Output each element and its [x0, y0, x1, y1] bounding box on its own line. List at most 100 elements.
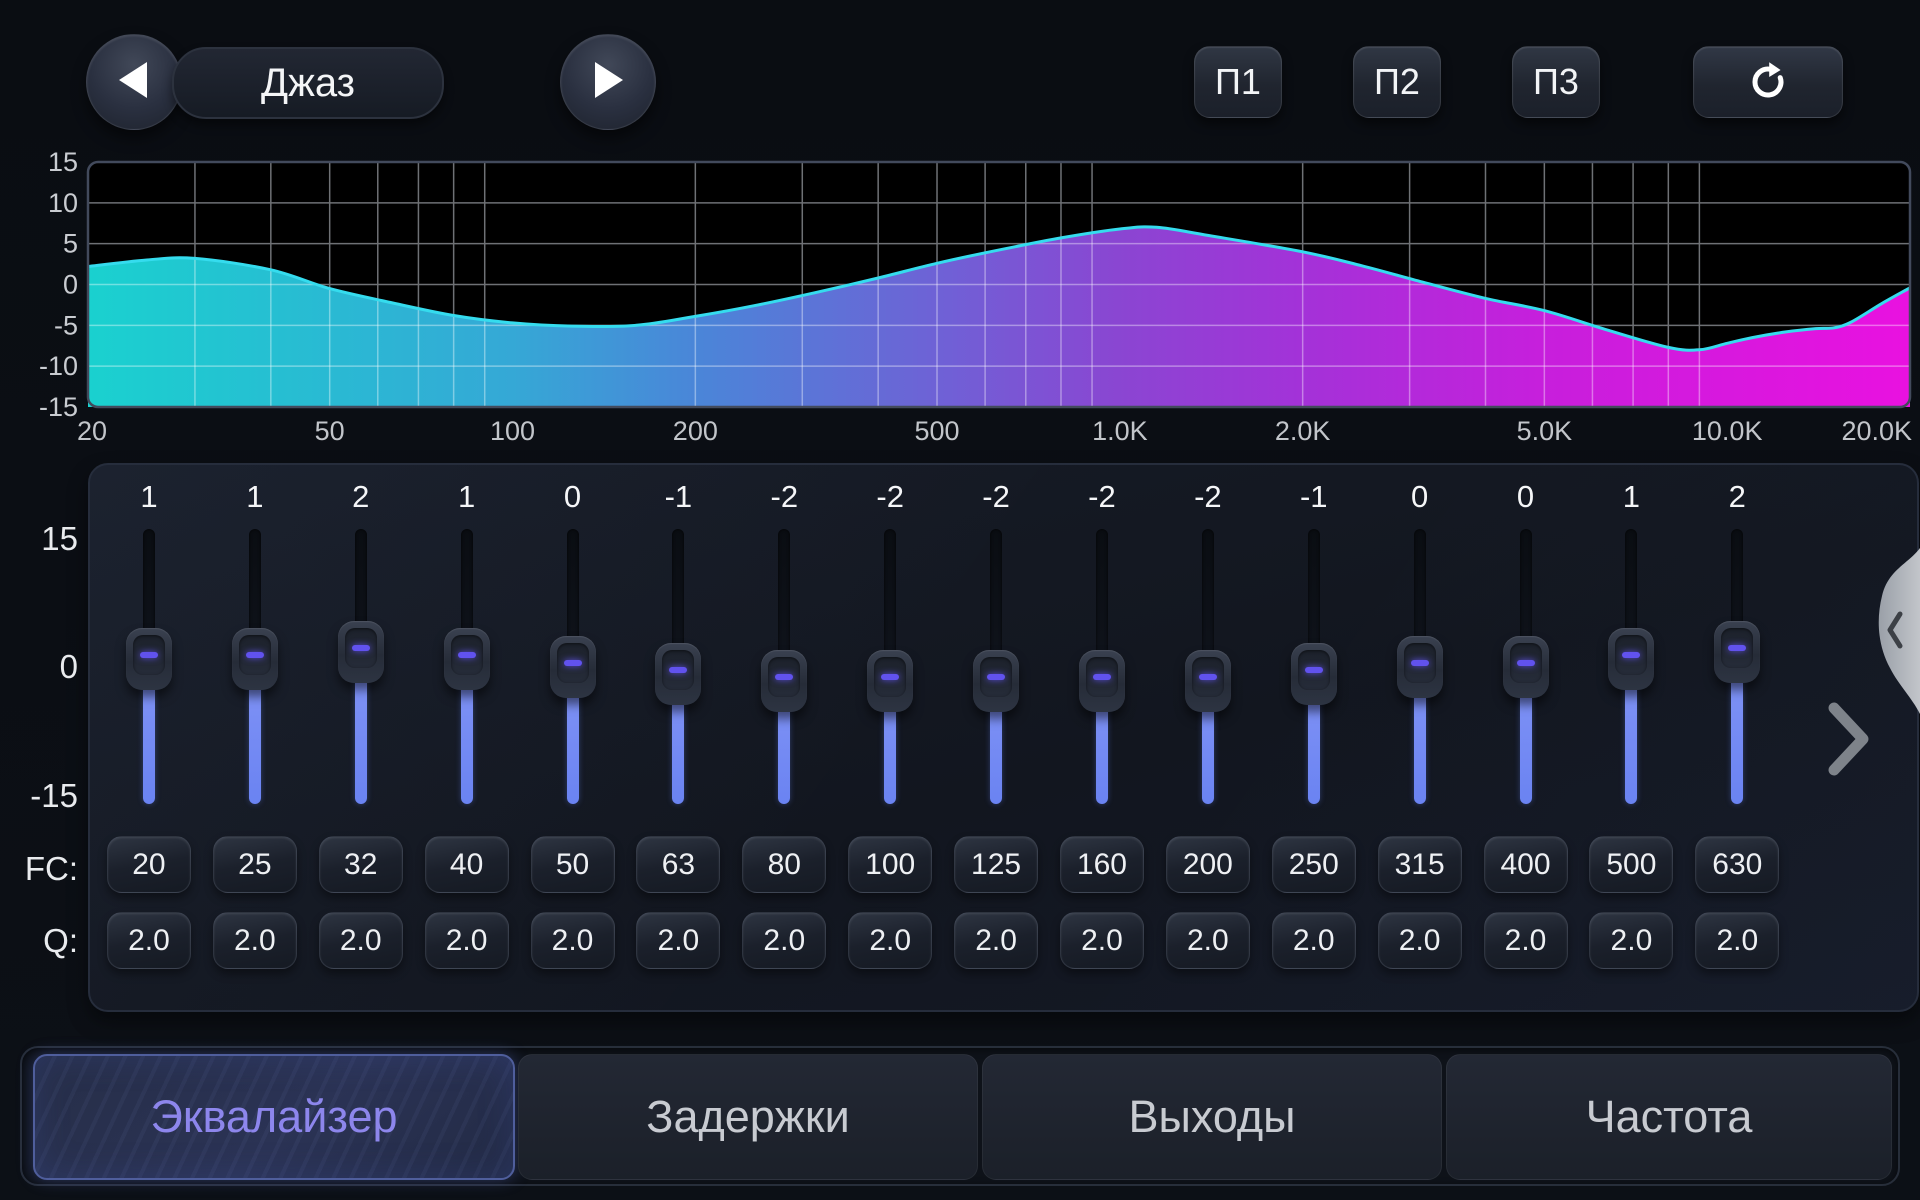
band-gain-slider[interactable]: [1291, 529, 1337, 804]
side-drawer-handle[interactable]: [1858, 548, 1920, 719]
band-q-button[interactable]: 2.0: [1695, 912, 1779, 969]
thumb-dash-icon: [1517, 660, 1535, 666]
band-q-button[interactable]: 2.0: [1378, 912, 1462, 969]
band-fc-button[interactable]: 400: [1484, 836, 1568, 893]
slider-thumb[interactable]: [1608, 628, 1654, 690]
slider-thumb[interactable]: [655, 643, 701, 705]
band-fc-button[interactable]: 32: [319, 836, 403, 893]
band-gain-value: 0: [1517, 477, 1534, 517]
band-fc-button[interactable]: 630: [1695, 836, 1779, 893]
band-gain-slider[interactable]: [1185, 529, 1231, 804]
slider-thumb[interactable]: [1714, 621, 1760, 683]
slider-thumb[interactable]: [1503, 636, 1549, 698]
band-q-button[interactable]: 2.0: [213, 912, 297, 969]
svg-text:0: 0: [63, 270, 78, 300]
slider-thumb[interactable]: [1185, 650, 1231, 712]
band-q-button[interactable]: 2.0: [1166, 912, 1250, 969]
eq-band: 2 630 2.0: [1684, 463, 1790, 1008]
slider-thumb[interactable]: [1079, 650, 1125, 712]
band-fc-button[interactable]: 315: [1378, 836, 1462, 893]
band-q-button[interactable]: 2.0: [1060, 912, 1144, 969]
q-row-label: Q:: [8, 922, 78, 960]
svg-text:5.0K: 5.0K: [1517, 416, 1573, 446]
band-q-button[interactable]: 2.0: [848, 912, 932, 969]
band-gain-slider[interactable]: [232, 529, 278, 804]
band-gain-slider[interactable]: [1397, 529, 1443, 804]
slider-thumb[interactable]: [973, 650, 1019, 712]
band-q-button[interactable]: 2.0: [1589, 912, 1673, 969]
band-fc-button[interactable]: 63: [636, 836, 720, 893]
band-fc-button[interactable]: 100: [848, 836, 932, 893]
band-gain-slider[interactable]: [655, 529, 701, 804]
band-q-button[interactable]: 2.0: [1484, 912, 1568, 969]
band-q-button[interactable]: 2.0: [531, 912, 615, 969]
band-gain-slider[interactable]: [1608, 529, 1654, 804]
band-gain-slider[interactable]: [867, 529, 913, 804]
equalizer-screen: Джаз П1 П2 П3 151050-5-10-15205010020050…: [0, 0, 1920, 1200]
slider-thumb[interactable]: [338, 621, 384, 683]
band-gain-slider[interactable]: [550, 529, 596, 804]
eq-band: -2 125 2.0: [943, 463, 1049, 1008]
svg-text:-10: -10: [39, 351, 78, 381]
slider-thumb[interactable]: [867, 650, 913, 712]
eq-band: -2 100 2.0: [837, 463, 943, 1008]
svg-text:-5: -5: [54, 310, 78, 340]
band-fc-button[interactable]: 40: [425, 836, 509, 893]
slider-thumb[interactable]: [1397, 636, 1443, 698]
band-q-button[interactable]: 2.0: [319, 912, 403, 969]
band-q-button[interactable]: 2.0: [1272, 912, 1356, 969]
band-gain-slider[interactable]: [1079, 529, 1125, 804]
svg-text:200: 200: [673, 416, 718, 446]
slider-thumb[interactable]: [550, 636, 596, 698]
band-fc-button[interactable]: 50: [531, 836, 615, 893]
band-q-button[interactable]: 2.0: [425, 912, 509, 969]
thumb-dash-icon: [564, 660, 582, 666]
slider-thumb[interactable]: [1291, 643, 1337, 705]
slider-thumb[interactable]: [444, 628, 490, 690]
thumb-dash-icon: [352, 645, 370, 651]
band-gain-slider[interactable]: [973, 529, 1019, 804]
slider-thumb[interactable]: [761, 650, 807, 712]
fc-row-label: FC:: [8, 850, 78, 888]
band-gain-slider[interactable]: [1714, 529, 1760, 804]
band-q-button[interactable]: 2.0: [107, 912, 191, 969]
band-fc-button[interactable]: 200: [1166, 836, 1250, 893]
tab-frequency[interactable]: Частота: [1446, 1054, 1892, 1180]
eq-band: 1 40 2.0: [414, 463, 520, 1008]
svg-text:100: 100: [490, 416, 535, 446]
band-q-button[interactable]: 2.0: [954, 912, 1038, 969]
slider-thumb[interactable]: [232, 628, 278, 690]
slider-thumb[interactable]: [126, 628, 172, 690]
band-gain-slider[interactable]: [126, 529, 172, 804]
thumb-dash-icon: [246, 652, 264, 658]
band-gain-value: 2: [1729, 477, 1746, 517]
band-fc-button[interactable]: 500: [1589, 836, 1673, 893]
band-gain-slider[interactable]: [1503, 529, 1549, 804]
band-fc-button[interactable]: 80: [742, 836, 826, 893]
eq-band: 2 32 2.0: [308, 463, 414, 1008]
thumb-dash-icon: [775, 674, 793, 680]
band-fc-button[interactable]: 160: [1060, 836, 1144, 893]
band-gain-value: -2: [771, 477, 799, 517]
band-gain-slider[interactable]: [338, 529, 384, 804]
thumb-dash-icon: [1199, 674, 1217, 680]
band-fc-button[interactable]: 250: [1272, 836, 1356, 893]
band-q-button[interactable]: 2.0: [636, 912, 720, 969]
show-more-bands-button[interactable]: [1822, 698, 1876, 785]
band-gain-value: 1: [140, 477, 157, 517]
band-gain-value: 1: [246, 477, 263, 517]
tab-delays[interactable]: Задержки: [518, 1054, 978, 1180]
band-fc-button[interactable]: 25: [213, 836, 297, 893]
band-gain-value: 1: [458, 477, 475, 517]
svg-text:10: 10: [48, 188, 78, 218]
band-gain-slider[interactable]: [761, 529, 807, 804]
tab-outputs[interactable]: Выходы: [982, 1054, 1442, 1180]
svg-text:50: 50: [315, 416, 345, 446]
band-q-button[interactable]: 2.0: [742, 912, 826, 969]
band-fc-button[interactable]: 20: [107, 836, 191, 893]
band-fc-button[interactable]: 125: [954, 836, 1038, 893]
band-gain-slider[interactable]: [444, 529, 490, 804]
tab-equalizer[interactable]: Эквалайзер: [33, 1054, 515, 1180]
eq-band: -1 63 2.0: [625, 463, 731, 1008]
svg-text:500: 500: [914, 416, 959, 446]
